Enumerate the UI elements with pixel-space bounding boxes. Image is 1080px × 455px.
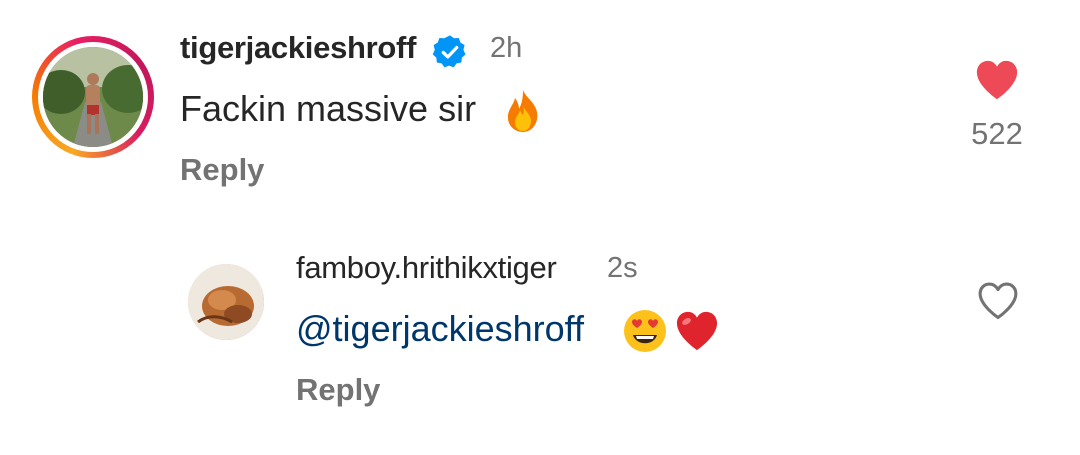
verified-badge-icon <box>432 34 468 70</box>
avatar <box>43 47 143 147</box>
heart-outline-icon[interactable] <box>976 280 1020 322</box>
mention-link[interactable]: @tigerjackieshroff <box>296 308 584 350</box>
like-count: 522 <box>971 116 1023 151</box>
avatar-photo-icon <box>188 264 264 340</box>
smiling-heart-eyes-icon <box>622 308 668 354</box>
comment-timestamp: 2s <box>607 252 638 284</box>
comment-text: Fackin massive sir <box>180 88 477 129</box>
avatar[interactable] <box>188 264 264 340</box>
comment-timestamp: 2h <box>490 32 523 64</box>
avatar-ring-gap <box>38 42 148 152</box>
red-heart-icon <box>674 310 720 352</box>
reply-button[interactable]: Reply <box>296 372 380 408</box>
story-ring-avatar[interactable] <box>32 36 154 158</box>
avatar-photo-icon <box>43 47 143 147</box>
reply-button[interactable]: Reply <box>180 152 264 188</box>
heart-filled-icon[interactable] <box>974 58 1020 102</box>
username[interactable]: famboy.hrithikxtiger <box>296 250 557 286</box>
fire-icon <box>504 88 542 134</box>
username[interactable]: tigerjackieshroff <box>180 30 416 66</box>
